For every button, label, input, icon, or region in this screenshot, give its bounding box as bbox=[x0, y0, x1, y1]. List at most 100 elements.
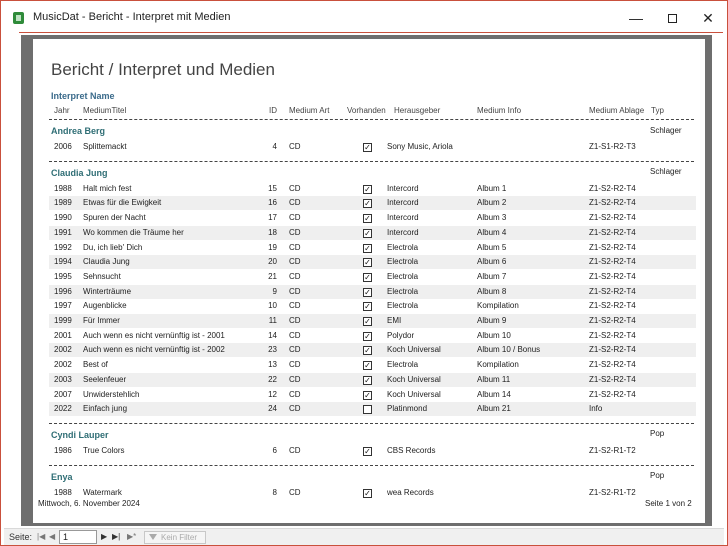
group-separator bbox=[49, 119, 694, 120]
cell-storage: Z1-S2-R2-T4 bbox=[589, 345, 636, 355]
cell-media-type: CD bbox=[289, 183, 301, 193]
cell-info: Kompilation bbox=[477, 360, 519, 370]
report-page: Bericht / Interpret und Medien Interpret… bbox=[33, 39, 705, 523]
report-title: Bericht / Interpret und Medien bbox=[51, 60, 275, 79]
cell-title: True Colors bbox=[83, 445, 125, 455]
cell-storage: Z1-S2-R2-T4 bbox=[589, 389, 636, 399]
cell-title: Halt mich fest bbox=[83, 183, 132, 193]
cell-publisher: Electrola bbox=[387, 257, 419, 267]
cell-media-type: CD bbox=[289, 257, 301, 267]
checkbox-checked-icon: ✓ bbox=[363, 331, 372, 341]
cell-publisher: EMI bbox=[387, 316, 402, 325]
maximize-button[interactable] bbox=[657, 7, 687, 29]
artist-name: Claudia Jung bbox=[51, 167, 108, 178]
last-page-icon[interactable]: ▶| bbox=[112, 532, 120, 541]
cell-title: Etwas für die Ewigkeit bbox=[83, 198, 162, 208]
minimize-button[interactable]: — bbox=[621, 7, 651, 29]
table-row: 1999 Für Immer 11 CD ✓ EMI Album 9 Z1-S2-R2-T4 bbox=[49, 314, 696, 328]
page-number-input[interactable]: 1 bbox=[59, 530, 97, 544]
checkbox-empty-icon bbox=[363, 405, 372, 415]
cell-id: 15 bbox=[268, 183, 277, 193]
checkbox-checked-icon: ✓ bbox=[363, 446, 372, 456]
cell-info: Album 5 bbox=[477, 242, 507, 252]
cell-year: 2003 bbox=[54, 374, 72, 384]
cell-publisher: Electrola bbox=[387, 242, 419, 252]
cell-storage: Z1-S2-R2-T4 bbox=[589, 198, 636, 208]
next-page-icon[interactable]: ▶ bbox=[101, 532, 107, 541]
genre-label: Schlager bbox=[650, 126, 682, 135]
cell-publisher: Electrola bbox=[387, 301, 419, 311]
cell-media-type: CD bbox=[289, 286, 301, 296]
cell-media-type: CD bbox=[289, 487, 301, 497]
table-row: 1986 True Colors 6 CD ✓ CBS Records Z1-S2-R1-T… bbox=[49, 444, 696, 458]
previous-page-icon[interactable]: ◀ bbox=[49, 532, 55, 541]
cell-publisher: Intercord bbox=[387, 227, 419, 237]
checkbox-checked-icon: ✓ bbox=[363, 199, 372, 209]
cell-title: Spuren der Nacht bbox=[83, 213, 146, 223]
cell-storage: Z1-S2-R2-T4 bbox=[589, 183, 636, 193]
cell-id: 20 bbox=[268, 257, 277, 267]
cell-id: 22 bbox=[268, 374, 277, 384]
cell-id: 21 bbox=[268, 271, 277, 281]
cell-id: 9 bbox=[272, 286, 277, 296]
checkbox-checked-icon: ✓ bbox=[363, 287, 372, 297]
cell-year: 1999 bbox=[54, 316, 72, 325]
cell-publisher: Koch Universal bbox=[387, 389, 441, 399]
new-record-icon[interactable]: ▶* bbox=[127, 532, 136, 541]
checkbox-checked-icon: ✓ bbox=[363, 184, 372, 194]
cell-info: Album 8 bbox=[477, 286, 507, 296]
filter-button[interactable]: Kein Filter bbox=[144, 531, 206, 544]
cell-id: 23 bbox=[268, 345, 277, 355]
cell-title: Auch wenn es nicht vernünftig ist - 2001 bbox=[83, 330, 225, 340]
col-art: Medium Art bbox=[289, 106, 330, 115]
cell-media-type: CD bbox=[289, 242, 301, 252]
cell-title: Claudia Jung bbox=[83, 257, 130, 267]
cell-storage: Z1-S2-R2-T4 bbox=[589, 301, 636, 311]
cell-info: Album 4 bbox=[477, 227, 507, 237]
cell-media-type: CD bbox=[289, 198, 301, 208]
cell-storage: Z1-S2-R2-T4 bbox=[589, 330, 636, 340]
cell-info: Album 14 bbox=[477, 389, 511, 399]
cell-publisher: Koch Universal bbox=[387, 374, 441, 384]
cell-year: 1988 bbox=[54, 487, 72, 497]
group-separator bbox=[49, 464, 694, 466]
cell-info: Album 2 bbox=[477, 198, 507, 208]
cell-year: 2022 bbox=[54, 404, 72, 414]
checkbox-checked-icon: ✓ bbox=[363, 243, 372, 253]
cell-storage: Z1-S2-R2-T4 bbox=[589, 316, 636, 325]
checkbox-checked-icon: ✓ bbox=[363, 143, 372, 152]
close-button[interactable]: ✕ bbox=[693, 7, 723, 29]
col-titel: MediumTitel bbox=[83, 106, 127, 115]
report-window: MusicDat - Bericht - Interpret mit Medie… bbox=[0, 0, 728, 546]
cell-id: 17 bbox=[268, 213, 277, 223]
cell-title: Augenblicke bbox=[83, 301, 127, 311]
title-separator bbox=[19, 32, 723, 33]
cell-publisher: Electrola bbox=[387, 286, 419, 296]
cell-media-type: CD bbox=[289, 330, 301, 340]
artist-name: Andrea Berg bbox=[51, 126, 106, 136]
cell-publisher: wea Records bbox=[387, 487, 434, 497]
cell-storage: Z1-S2-R1-T2 bbox=[589, 487, 636, 497]
checkbox-checked-icon: ✓ bbox=[363, 272, 372, 282]
cell-storage: Z1-S2-R2-T4 bbox=[589, 242, 636, 252]
cell-id: 19 bbox=[268, 242, 277, 252]
cell-year: 2002 bbox=[54, 360, 72, 370]
first-page-icon[interactable]: |◀ bbox=[37, 532, 45, 541]
cell-year: 1989 bbox=[54, 198, 72, 208]
table-row: 1994 Claudia Jung 20 CD ✓ Electrola Album 6 Z1-… bbox=[49, 255, 696, 270]
cell-media-type: CD bbox=[289, 271, 301, 281]
cell-info: Album 1 bbox=[477, 183, 507, 193]
cell-media-type: CD bbox=[289, 316, 301, 325]
cell-id: 11 bbox=[268, 316, 277, 325]
cell-id: 10 bbox=[268, 301, 277, 311]
cell-year: 1995 bbox=[54, 271, 72, 281]
checkbox-checked-icon: ✓ bbox=[363, 214, 372, 224]
cell-info: Album 9 bbox=[477, 316, 507, 325]
table-row: 2002 Auch wenn es nicht vernünftig ist - … bbox=[49, 343, 696, 358]
cell-publisher: Intercord bbox=[387, 183, 419, 193]
cell-info: Album 3 bbox=[477, 213, 507, 223]
cell-storage: Info bbox=[589, 404, 603, 414]
cell-info: Kompilation bbox=[477, 301, 519, 311]
table-row: 2022 Einfach jung 24 CD Platinmond Album 21 In… bbox=[49, 402, 696, 417]
cell-storage: Z1-S1-R2-T3 bbox=[589, 142, 636, 151]
